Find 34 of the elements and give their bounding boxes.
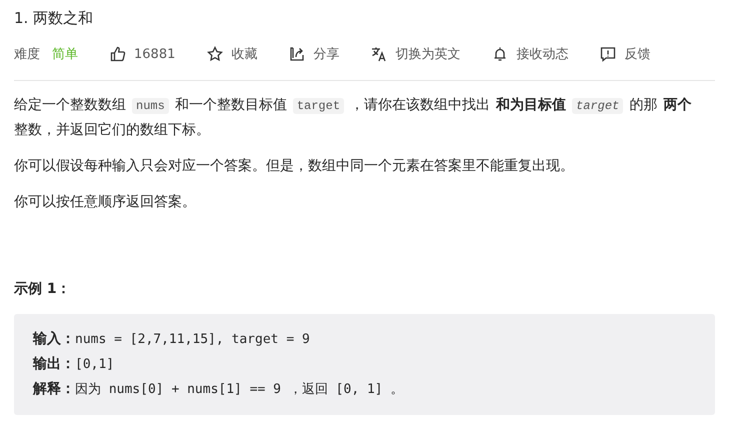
translate-button[interactable]: 切换为英文 — [371, 45, 460, 63]
description-text: 你可以按任意顺序返回答案。 — [14, 194, 196, 210]
description-text: 你可以假设每种输入只会对应一个答案。但是，数组中同一个元素在答案里不能重复出现。 — [14, 158, 574, 174]
description-text: 给定一个整数数组 — [14, 97, 126, 113]
like-button[interactable]: 16881 — [110, 46, 176, 62]
example-value: 因为 nums[0] + nums[1] == 9 ，返回 [0, 1] 。 — [75, 382, 404, 397]
translate-icon — [371, 46, 388, 62]
example-label: 解释： — [33, 381, 75, 397]
description-text: 的那 — [629, 97, 658, 113]
example-title: 示例 1： — [14, 280, 72, 298]
example-label: 输入： — [33, 331, 75, 347]
share-icon — [289, 46, 306, 62]
problem-title: 1. 两数之和 — [14, 8, 94, 29]
share-button[interactable]: 分享 — [289, 45, 340, 63]
description-text: 和一个整数目标值 — [174, 97, 287, 113]
bell-icon — [492, 46, 508, 62]
bold-text: 和为目标值 — [496, 97, 566, 113]
inline-code: nums — [132, 98, 169, 114]
thumbs-up-icon — [110, 46, 126, 62]
star-icon — [207, 46, 224, 62]
example-value: nums = [2,7,11,15], target = 9 — [75, 332, 310, 347]
description-text: 整数，并返回它们的数组下标。 — [14, 122, 210, 138]
inline-code: target — [572, 98, 624, 114]
description-text: ，请你在该数组中找出 — [350, 97, 490, 113]
star-button[interactable]: 收藏 — [207, 45, 258, 63]
feedback-button[interactable]: 反馈 — [600, 45, 650, 63]
example-value: [0,1] — [75, 357, 114, 372]
difficulty-label: 难度 — [14, 46, 40, 63]
example-label: 输出： — [33, 356, 75, 372]
difficulty-tag: 简单 — [52, 45, 78, 63]
inline-code: target — [292, 98, 344, 114]
bell-button[interactable]: 接收动态 — [492, 45, 568, 63]
feedback-icon — [600, 46, 616, 62]
bold-text: 两个 — [663, 97, 692, 113]
